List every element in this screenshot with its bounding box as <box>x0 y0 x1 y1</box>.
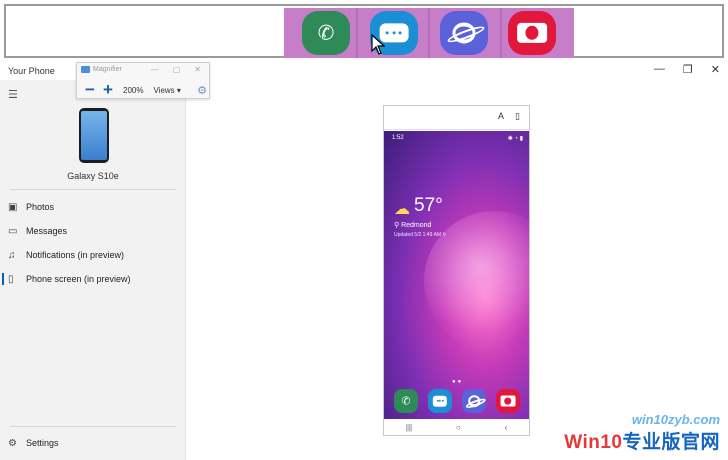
sidebar-item-label: Photos <box>26 202 55 212</box>
zoom-out-button[interactable]: − <box>81 81 99 98</box>
camera-app-icon[interactable] <box>496 389 520 413</box>
back-button[interactable]: ‹ <box>504 423 507 432</box>
magnified-view: ✆ <box>4 4 724 58</box>
text-size-icon[interactable]: A <box>498 111 504 121</box>
watermark: win10zyb.com Win10专业版官网 <box>564 412 720 454</box>
phone-screen-toolbar: A ▯ <box>384 106 529 130</box>
planet-icon <box>452 22 476 44</box>
phone-icon: ✆ <box>401 395 411 408</box>
magnifier-window-controls: — ▢ ✕ <box>151 65 201 74</box>
sidebar: ☰ Galaxy S10e ▣ Photos ▭ Messages ♫ Noti… <box>0 80 186 460</box>
window-title: Your Phone <box>8 66 55 76</box>
views-dropdown[interactable]: Views ▾ <box>153 86 180 95</box>
sidebar-item-label: Notifications (in preview) <box>26 250 125 260</box>
watermark-brand-suffix: 专业版官网 <box>622 432 720 453</box>
planet-icon <box>468 395 480 407</box>
magnifier-minimize-button[interactable]: — <box>151 65 159 74</box>
pin-to-top-icon[interactable]: ▯ <box>515 111 520 122</box>
home-button[interactable]: ○ <box>456 423 461 432</box>
sidebar-item-notifications[interactable]: ♫ Notifications (in preview) <box>0 245 185 265</box>
weather-location: ⚲ Redmond <box>394 222 432 229</box>
sidebar-item-label: Settings <box>26 438 59 448</box>
sidebar-item-settings[interactable]: ⚙ Settings <box>0 433 185 453</box>
magnified-dock: ✆ <box>284 8 574 58</box>
device-name: Galaxy S10e <box>67 171 119 181</box>
sidebar-item-label: Phone screen (in preview) <box>26 274 131 284</box>
recent-apps-button[interactable]: ||| <box>406 423 412 432</box>
bell-icon: ♫ <box>8 249 16 261</box>
magnifier-title-bar: Magnifier <box>81 66 122 73</box>
sidebar-item-phone-screen[interactable]: ▯ Phone screen (in preview) <box>0 269 185 289</box>
magnifier-settings-icon[interactable]: ⚙ <box>197 84 207 97</box>
minimize-button[interactable]: — <box>654 63 665 76</box>
watermark-brand-prefix: Win10 <box>564 432 623 453</box>
magnifier-toolbar: Magnifier — ▢ ✕ − + 200% Views ▾ ⚙ <box>76 62 210 99</box>
phone-screen-panel: A ▯ 1:52 ✱ ◔ ▮ ☁ 57° ⚲ Redmond Updated 5… <box>383 105 530 436</box>
phone-dock: ✆ <box>393 389 523 417</box>
watermark-url: win10zyb.com <box>631 412 720 427</box>
weather-temperature: 57° <box>414 195 443 216</box>
weather-sun-cloud-icon: ☁ <box>394 201 410 218</box>
phone-app-icon[interactable]: ✆ <box>394 389 418 413</box>
mouse-cursor-icon <box>371 34 385 55</box>
phone-icon: ✆ <box>317 22 335 45</box>
hamburger-menu-icon[interactable]: ☰ <box>8 88 18 101</box>
watermark-brand: Win10专业版官网 <box>564 427 720 454</box>
magnified-phone-app-icon: ✆ <box>302 11 350 55</box>
sidebar-item-label: Messages <box>26 226 68 236</box>
magnifier-controls: − + 200% Views ▾ ⚙ <box>81 81 209 98</box>
android-nav-bar: ||| ○ ‹ <box>384 419 529 435</box>
magnifier-app-icon <box>81 66 90 73</box>
phone-screen-icon: ▯ <box>8 273 14 285</box>
magnifier-close-button[interactable]: ✕ <box>194 65 201 74</box>
photos-icon: ▣ <box>8 201 18 213</box>
phone-device-image <box>79 108 109 163</box>
messages-app-icon[interactable] <box>428 389 452 413</box>
chat-bubble-icon <box>432 395 448 407</box>
messages-icon: ▭ <box>8 225 18 237</box>
status-time: 1:52 <box>392 135 404 141</box>
magnifier-title: Magnifier <box>93 66 122 73</box>
gear-icon: ⚙ <box>8 437 17 449</box>
phone-display[interactable]: 1:52 ✱ ◔ ▮ ☁ 57° ⚲ Redmond Updated 5/2 1… <box>384 131 529 435</box>
zoom-level: 200% <box>123 85 144 95</box>
zoom-in-button[interactable]: + <box>99 81 117 98</box>
maximize-button[interactable]: ❐ <box>683 63 693 76</box>
camera-icon <box>500 395 516 407</box>
magnifier-maximize-button[interactable]: ▢ <box>173 65 181 74</box>
window-controls: — ❐ ✕ <box>654 63 720 76</box>
page-indicator: ●● <box>452 379 464 385</box>
sidebar-item-photos[interactable]: ▣ Photos <box>0 197 185 217</box>
magnified-internet-app-icon <box>440 11 488 55</box>
status-icons: ✱ ◔ ▮ <box>507 136 523 142</box>
weather-updated: Updated 5/2 1:49 AM ↻ <box>394 232 447 238</box>
magnified-camera-app-icon <box>508 11 556 55</box>
sidebar-item-messages[interactable]: ▭ Messages <box>0 221 185 241</box>
internet-app-icon[interactable] <box>462 389 486 413</box>
close-button[interactable]: ✕ <box>711 63 720 76</box>
camera-icon <box>517 22 547 44</box>
